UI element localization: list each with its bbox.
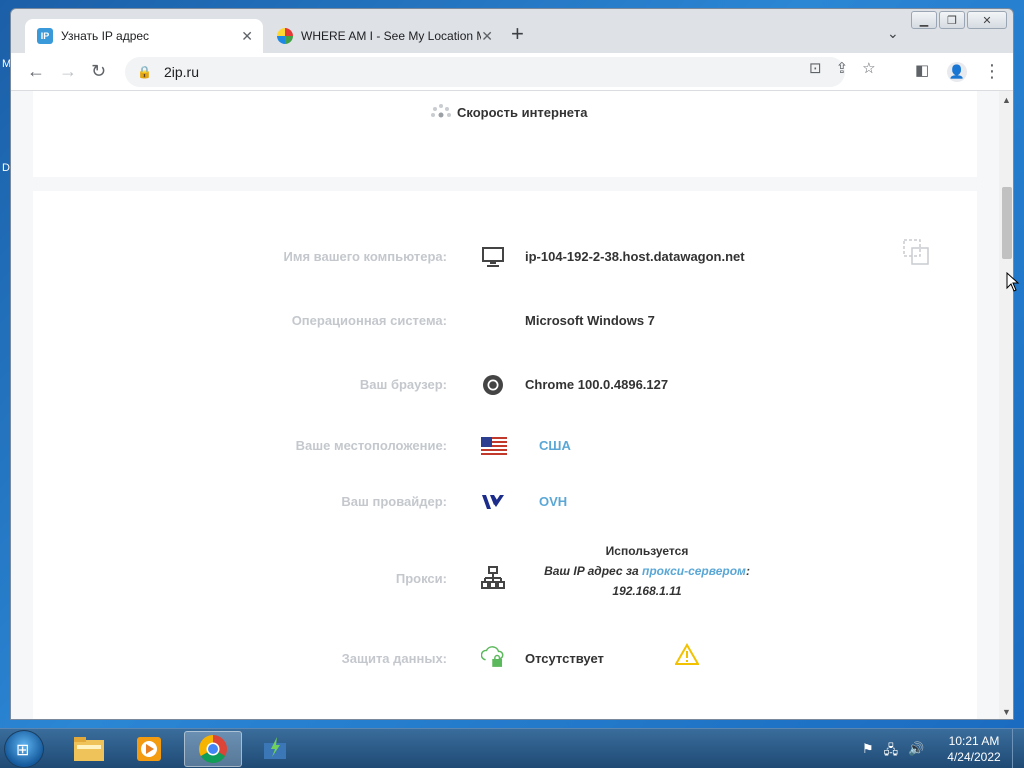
windows-taskbar: ⊞ ⚑ 🖧 🔊 10:21 AM 4/24/2022 — [0, 728, 1024, 768]
proxy-info: Используется Ваш IP адрес за прокси-серв… — [525, 544, 769, 598]
media-player-icon — [137, 737, 161, 761]
show-desktop-button[interactable] — [1012, 729, 1024, 768]
taskbar-app[interactable] — [246, 731, 304, 767]
proxy-status: Используется — [605, 544, 689, 558]
network-tray-icon[interactable]: 🖧 — [884, 741, 899, 763]
speed-test-link[interactable]: Скорость интернета — [457, 105, 587, 120]
close-window-button[interactable]: ✕ — [967, 11, 1007, 29]
tab-where-am-i[interactable]: WHERE AM I - See My Location M ✕ — [265, 19, 503, 53]
scroll-thumb[interactable] — [1002, 187, 1012, 259]
provider-link[interactable]: OVH — [539, 494, 567, 509]
download-app-icon — [264, 737, 286, 759]
page-content: Скорость интернета Имя вашего компьютера… — [11, 91, 999, 719]
speedometer-icon[interactable] — [429, 101, 453, 121]
tab-2ip[interactable]: IP Узнать IP адрес ✕ — [25, 19, 263, 53]
chrome-icon — [481, 374, 505, 396]
mouse-cursor-icon — [1006, 272, 1020, 292]
profile-icon[interactable]: 👤 — [947, 62, 967, 82]
os-value: Microsoft Windows 7 — [525, 313, 655, 328]
share-icon[interactable]: ⇪ — [836, 59, 849, 77]
usa-flag-icon — [481, 435, 507, 457]
protection-value: Отсутствует — [525, 651, 604, 666]
clock-date: 4/24/2022 — [947, 750, 1001, 764]
clock-time: 10:21 AM — [948, 734, 1000, 748]
volume-icon[interactable]: 🔊 — [908, 741, 924, 763]
taskbar-explorer[interactable] — [60, 731, 118, 767]
folder-icon — [74, 737, 104, 761]
ip-info-card: Имя вашего компьютера: ip-104-192-2-38.h… — [33, 191, 977, 719]
os-label: Операционная система: — [291, 313, 447, 328]
scroll-up-icon[interactable]: ▲ — [1002, 95, 1011, 105]
action-center-flag-icon[interactable]: ⚑ — [862, 741, 874, 763]
windows-logo-icon: ⊞ — [16, 742, 30, 759]
provider-label: Ваш провайдер: — [341, 494, 447, 509]
proxy-server-link[interactable]: прокси-сервером — [642, 564, 746, 578]
proxy-label: Прокси: — [395, 571, 447, 586]
tab-search-icon[interactable]: ⌄ — [887, 25, 899, 42]
new-tab-button[interactable]: + — [511, 23, 524, 45]
close-tab-icon[interactable]: ✕ — [481, 28, 493, 45]
browser-window: IP Узнать IP адрес ✕ WHERE AM I - See My… — [10, 8, 1014, 720]
proxy-line-prefix: Ваш IP адрес за — [544, 564, 643, 578]
tab-label: WHERE AM I - See My Location M — [301, 29, 481, 43]
reload-icon[interactable]: ↻ — [91, 62, 106, 80]
back-icon[interactable]: ← — [27, 62, 45, 80]
start-button[interactable]: ⊞ — [4, 730, 44, 768]
computer-name-value: ip-104-192-2-38.host.datawagon.net — [525, 249, 745, 264]
translate-icon[interactable]: ⊡ — [809, 59, 822, 77]
address-text: 2ip.ru — [163, 64, 199, 80]
system-tray: ⚑ 🖧 🔊 — [862, 741, 924, 763]
menu-icon[interactable]: ⋮ — [983, 62, 1001, 80]
ovh-logo-icon — [481, 491, 505, 513]
tab-label: Узнать IP адрес — [61, 29, 150, 43]
taskbar-media-player[interactable] — [120, 731, 178, 767]
tab-strip: IP Узнать IP адрес ✕ WHERE AM I - See My… — [11, 9, 1013, 53]
proxy-line-suffix: : — [745, 564, 750, 578]
browser-value: Chrome 100.0.4896.127 — [525, 377, 669, 392]
protection-label: Защита данных: — [341, 651, 447, 666]
clock[interactable]: 10:21 AM 4/24/2022 — [944, 733, 1004, 765]
proxy-ip: 192.168.1.11 — [612, 584, 682, 598]
copy-icon[interactable] — [903, 239, 929, 265]
warning-icon[interactable] — [674, 643, 700, 670]
lock-icon[interactable]: 🔒 — [137, 65, 152, 79]
location-label: Ваше местоположение: — [295, 438, 447, 453]
bookmark-star-icon[interactable]: ☆ — [862, 59, 875, 77]
side-panel-icon[interactable]: ◧ — [915, 62, 929, 80]
monitor-icon — [481, 246, 505, 268]
taskbar-chrome[interactable] — [184, 731, 242, 767]
scroll-down-icon[interactable]: ▼ — [1002, 707, 1011, 717]
minimize-button[interactable]: ▁ — [911, 11, 937, 29]
page-scrollbar[interactable]: ▲ ▼ — [999, 91, 1013, 719]
maximize-button[interactable]: ❐ — [939, 11, 965, 29]
forward-icon[interactable]: → — [59, 62, 77, 80]
desktop-icon-label: D — [2, 162, 10, 174]
address-bar[interactable]: 🔒 2ip.ru — [125, 57, 845, 87]
location-link[interactable]: США — [539, 438, 571, 453]
ip-favicon-icon: IP — [37, 28, 53, 44]
globe-favicon-icon — [277, 28, 293, 44]
speed-test-block: Скорость интернета — [33, 91, 977, 177]
network-icon — [481, 566, 505, 589]
close-tab-icon[interactable]: ✕ — [241, 28, 253, 45]
chrome-taskbar-icon — [199, 735, 227, 763]
browser-label: Ваш браузер: — [359, 377, 447, 392]
cloud-lock-icon — [481, 645, 505, 667]
computer-name-label: Имя вашего компьютера: — [283, 249, 447, 264]
browser-toolbar: ← → ↻ 🔒 2ip.ru ⊡ ⇪ ☆ ◧ 👤 ⋮ — [11, 53, 1013, 91]
